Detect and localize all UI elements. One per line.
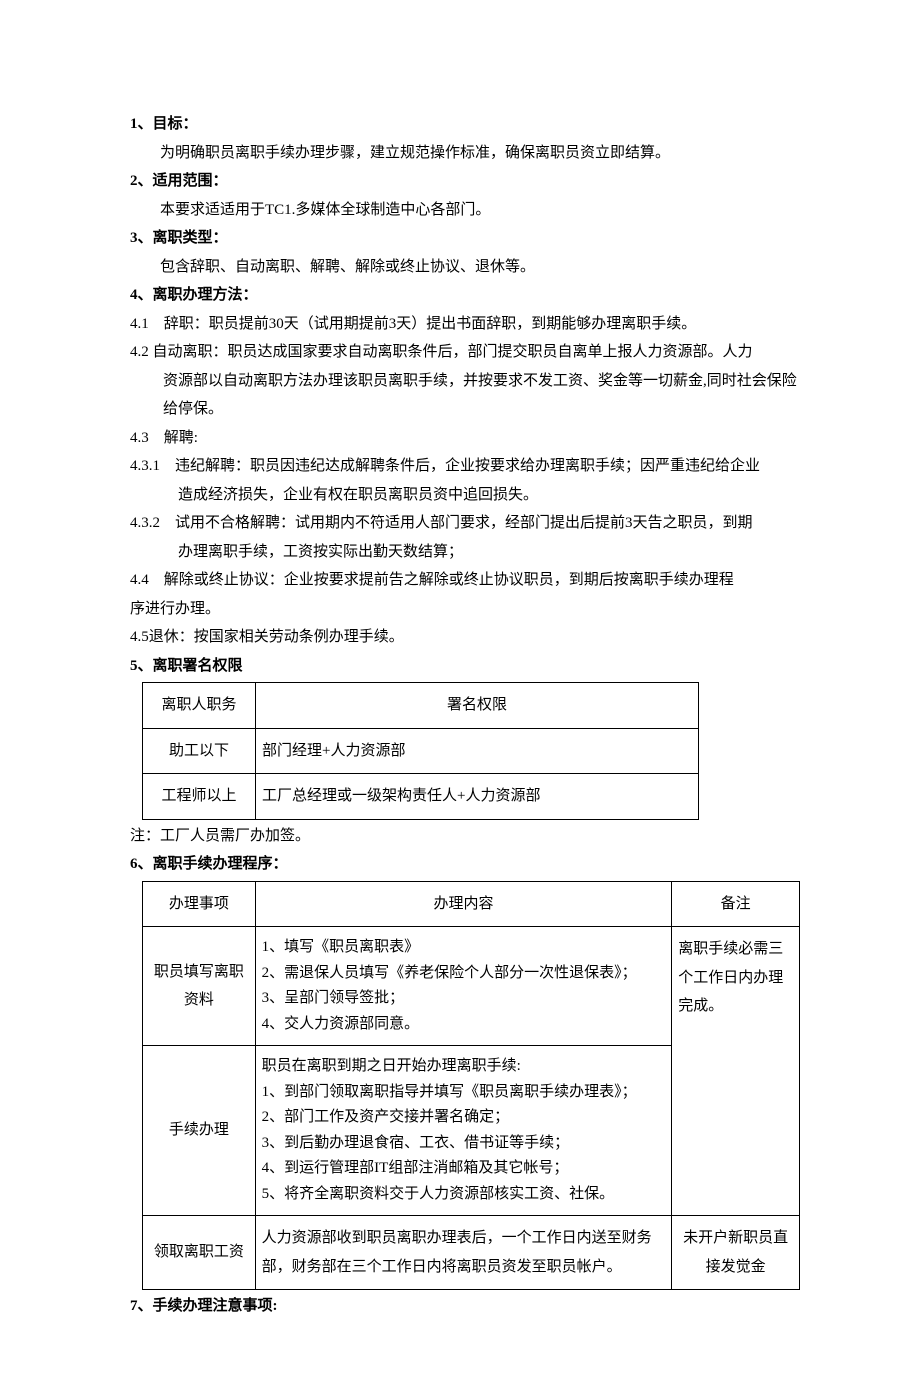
procedure-table: 办理事项 办理内容 备注 职员填写离职资料 1、填写《职员离职表》 2、需退保人… bbox=[142, 881, 800, 1291]
para-4-3-2-a: 4.3.2 试用不合格解聘：试用期内不符适用人部门要求，经部门提出后提前3天告之… bbox=[130, 509, 800, 538]
col-remark-header: 备注 bbox=[672, 881, 800, 927]
cell-content: 1、填写《职员离职表》 2、需退保人员填写《养老保险个人部分一次性退保表》； 3… bbox=[255, 927, 672, 1046]
section-5-head: 5、离职署名权限 bbox=[130, 652, 800, 681]
cell-item: 手续办理 bbox=[143, 1046, 256, 1216]
para-4-3: 4.3 解聘: bbox=[130, 424, 800, 453]
para-4-2-b: 资源部以自动离职方法办理该职员离职手续，并按要求不发工资、奖金等一切薪金,同时社… bbox=[130, 367, 800, 424]
cell-authority: 工厂总经理或一级架构责任人+人力资源部 bbox=[256, 774, 699, 820]
table-row: 领取离职工资 人力资源部收到职员离职办理表后，一个工作日内送至财务部，财务部在三… bbox=[143, 1216, 800, 1290]
para-4-4-b: 序进行办理。 bbox=[130, 595, 800, 624]
section-3-body: 包含辞职、自动离职、解聘、解除或终止协议、退休等。 bbox=[130, 253, 800, 282]
col-authority-header: 署名权限 bbox=[256, 683, 699, 729]
cell-remark: 未开户新职员直接发觉金 bbox=[672, 1216, 800, 1290]
col-item-header: 办理事项 bbox=[143, 881, 256, 927]
cell-item: 职员填写离职资料 bbox=[143, 927, 256, 1046]
section-2-body: 本要求适适用于TC1.多媒体全球制造中心各部门。 bbox=[130, 196, 800, 225]
section-5-note: 注：工厂人员需厂办加签。 bbox=[130, 822, 800, 851]
cell-content: 职员在离职到期之日开始办理离职手续: 1、到部门领取离职指导并填写《职员离职手续… bbox=[255, 1046, 672, 1216]
cell-item: 领取离职工资 bbox=[143, 1216, 256, 1290]
table-row: 职员填写离职资料 1、填写《职员离职表》 2、需退保人员填写《养老保险个人部分一… bbox=[143, 927, 800, 1046]
cell-remark: 离职手续必需三个工作日内办理完成。 bbox=[672, 927, 800, 1216]
section-1-head: 1、目标： bbox=[130, 110, 800, 139]
cell-position: 工程师以上 bbox=[143, 774, 256, 820]
section-4-head: 4、离职办理方法： bbox=[130, 281, 800, 310]
col-content-header: 办理内容 bbox=[255, 881, 672, 927]
section-6-head: 6、离职手续办理程序： bbox=[130, 850, 800, 879]
section-7-head: 7、手续办理注意事项: bbox=[130, 1292, 800, 1321]
table-row: 办理事项 办理内容 备注 bbox=[143, 881, 800, 927]
para-4-2-a: 4.2 自动离职：职员达成国家要求自动离职条件后，部门提交职员自离单上报人力资源… bbox=[130, 338, 800, 367]
section-1-body: 为明确职员离职手续办理步骤，建立规范操作标准，确保离职员资立即结算。 bbox=[130, 139, 800, 168]
section-3-head: 3、离职类型： bbox=[130, 224, 800, 253]
table-row: 工程师以上 工厂总经理或一级架构责任人+人力资源部 bbox=[143, 774, 699, 820]
para-4-5: 4.5退休：按国家相关劳动条例办理手续。 bbox=[130, 623, 800, 652]
cell-position: 助工以下 bbox=[143, 728, 256, 774]
signature-authority-table: 离职人职务 署名权限 助工以下 部门经理+人力资源部 工程师以上 工厂总经理或一… bbox=[142, 682, 699, 820]
para-4-4-a: 4.4 解除或终止协议：企业按要求提前告之解除或终止协议职员，到期后按离职手续办… bbox=[130, 566, 800, 595]
para-4-1: 4.1 辞职：职员提前30天（试用期提前3天）提出书面辞职，到期能够办理离职手续… bbox=[130, 310, 800, 339]
cell-authority: 部门经理+人力资源部 bbox=[256, 728, 699, 774]
section-2-head: 2、适用范围： bbox=[130, 167, 800, 196]
table-row: 助工以下 部门经理+人力资源部 bbox=[143, 728, 699, 774]
para-4-3-1-b: 造成经济损失，企业有权在职员离职员资中追回损失。 bbox=[130, 481, 800, 510]
para-4-3-1-a: 4.3.1 违纪解聘：职员因违纪达成解聘条件后，企业按要求给办理离职手续；因严重… bbox=[130, 452, 800, 481]
para-4-3-2-b: 办理离职手续，工资按实际出勤天数结算； bbox=[130, 538, 800, 567]
table-row: 离职人职务 署名权限 bbox=[143, 683, 699, 729]
cell-content: 人力资源部收到职员离职办理表后，一个工作日内送至财务部，财务部在三个工作日内将离… bbox=[255, 1216, 672, 1290]
col-position-header: 离职人职务 bbox=[143, 683, 256, 729]
